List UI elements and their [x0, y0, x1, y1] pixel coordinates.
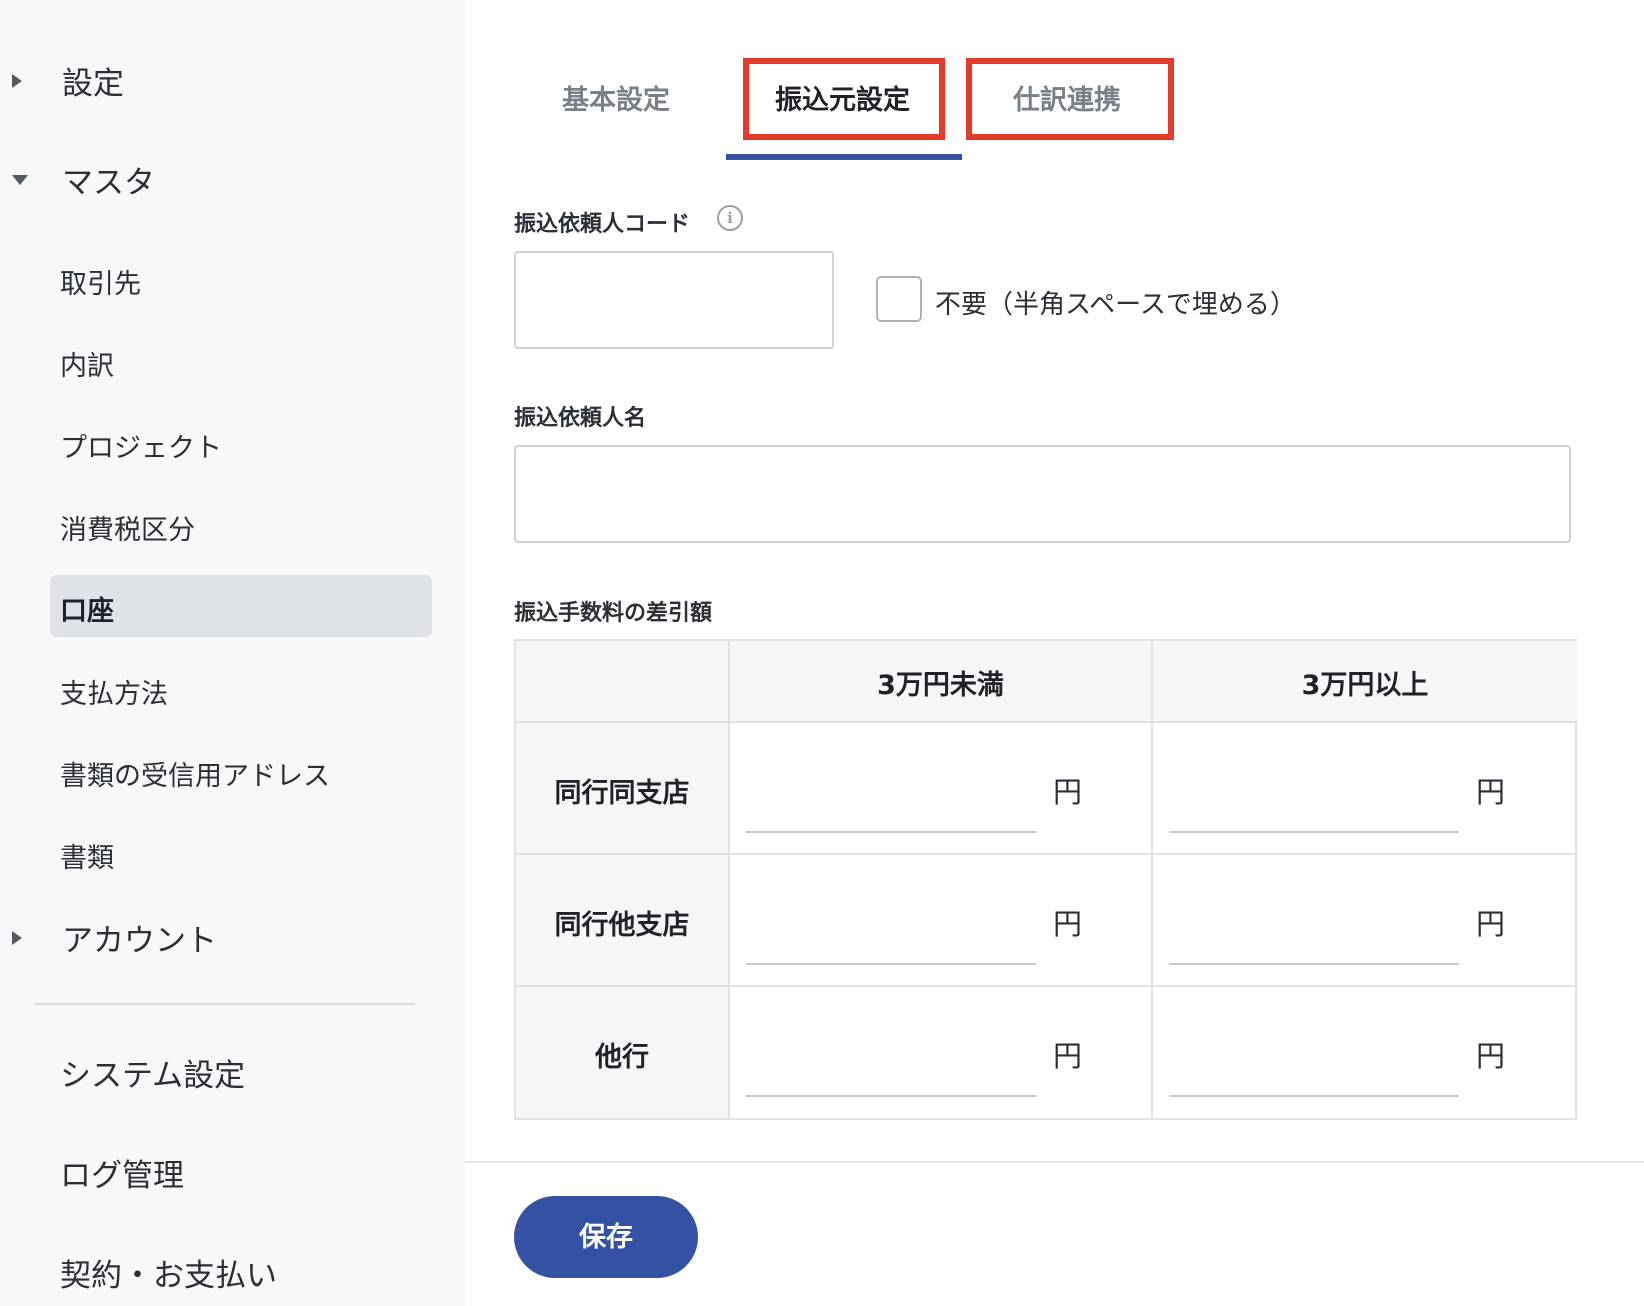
row-header-text: 他行 [595, 1042, 649, 1073]
fee-cell: 円 [1153, 855, 1577, 987]
caret-right-icon [12, 930, 52, 945]
row-header-text: 同行他支店 [554, 910, 690, 941]
sidebar-item-contract-billing[interactable]: 契約・お支払い [60, 1250, 277, 1295]
row-header-other-bank: 他行 [516, 987, 730, 1118]
requester-code-input[interactable] [514, 251, 834, 349]
tab-basic-settings[interactable]: 基本設定 [562, 78, 670, 117]
amount-input[interactable] [1169, 831, 1459, 833]
not-required-checkbox[interactable] [876, 276, 922, 322]
main-content: 基本設定 振込元設定 仕訳連携 振込依頼人コード i 不要（半角スペースで埋める… [465, 0, 1644, 1306]
save-button[interactable]: 保存 [514, 1196, 698, 1278]
requester-code-label: 振込依頼人コード [514, 212, 691, 237]
yen-unit: 円 [1053, 775, 1083, 809]
row-header-same-bank-same-branch: 同行同支店 [516, 723, 730, 855]
sidebar-group-master[interactable]: マスタ [0, 157, 155, 202]
fee-cell: 円 [1153, 987, 1577, 1118]
requester-name-label: 振込依頼人名 [514, 406, 647, 431]
fee-cell: 円 [1153, 723, 1577, 855]
yen-unit: 円 [1053, 907, 1083, 941]
yen-unit: 円 [1053, 1039, 1083, 1073]
sidebar-item-tax-category[interactable]: 消費税区分 [60, 508, 195, 547]
column-header-text: 3万円以上 [1301, 670, 1429, 701]
yen-unit: 円 [1476, 907, 1506, 941]
column-header-under-30k: 3万円未満 [730, 641, 1153, 723]
sidebar-item-partners[interactable]: 取引先 [60, 262, 141, 301]
active-tab-indicator [726, 154, 962, 160]
amount-input[interactable] [746, 963, 1036, 965]
row-header-same-bank-other-branch: 同行他支店 [516, 855, 730, 987]
amount-input[interactable] [746, 831, 1036, 833]
row-header-text: 同行同支店 [554, 778, 690, 809]
amount-input[interactable] [746, 1095, 1036, 1097]
sidebar-item-document-address[interactable]: 書類の受信用アドレス [60, 754, 330, 793]
not-required-label: 不要（半角スペースで埋める） [935, 290, 1296, 320]
sidebar-group-settings[interactable]: 設定 [0, 58, 124, 103]
caret-right-icon [12, 73, 52, 88]
fee-deduction-label: 振込手数料の差引額 [514, 601, 713, 626]
info-icon[interactable]: i [717, 205, 743, 231]
sidebar-item-documents[interactable]: 書類 [60, 836, 114, 875]
sidebar-group-account[interactable]: アカウント [0, 915, 217, 960]
sidebar-group-label: アカウント [62, 923, 217, 959]
sidebar-item-system-settings[interactable]: システム設定 [60, 1050, 245, 1095]
column-header-text: 3万円未満 [877, 670, 1004, 701]
yen-unit: 円 [1476, 1039, 1506, 1073]
sidebar-item-account-label: 口座 [60, 596, 114, 627]
table-corner-cell [516, 641, 730, 723]
sidebar-item-breakdown[interactable]: 内訳 [60, 344, 114, 383]
fee-table: 3万円未満 3万円以上 同行同支店 円 円 同行他支店 円 円 他行 円 円 [514, 639, 1577, 1120]
sidebar: 設定 マスタ 取引先 内訳 プロジェクト 消費税区分 口座 支払方法 書類の受信… [0, 0, 465, 1306]
sidebar-item-project[interactable]: プロジェクト [60, 426, 222, 465]
highlight-box-transfer-source-tab [743, 58, 945, 140]
caret-down-icon [12, 174, 52, 185]
fee-cell: 円 [730, 855, 1153, 987]
yen-unit: 円 [1476, 775, 1506, 809]
amount-input[interactable] [1169, 1095, 1459, 1097]
column-header-30k-or-more: 3万円以上 [1153, 641, 1577, 723]
sidebar-group-label: 設定 [62, 66, 124, 102]
sidebar-item-log-management[interactable]: ログ管理 [60, 1150, 184, 1195]
fee-cell: 円 [730, 723, 1153, 855]
sidebar-group-label: マスタ [62, 165, 155, 201]
amount-input[interactable] [1169, 963, 1459, 965]
sidebar-item-payment-method[interactable]: 支払方法 [60, 672, 168, 711]
sidebar-divider [35, 1003, 415, 1005]
requester-name-input[interactable] [514, 445, 1571, 543]
fee-cell: 円 [730, 987, 1153, 1118]
footer-divider [465, 1161, 1644, 1163]
highlight-box-journal-tab [966, 58, 1174, 140]
